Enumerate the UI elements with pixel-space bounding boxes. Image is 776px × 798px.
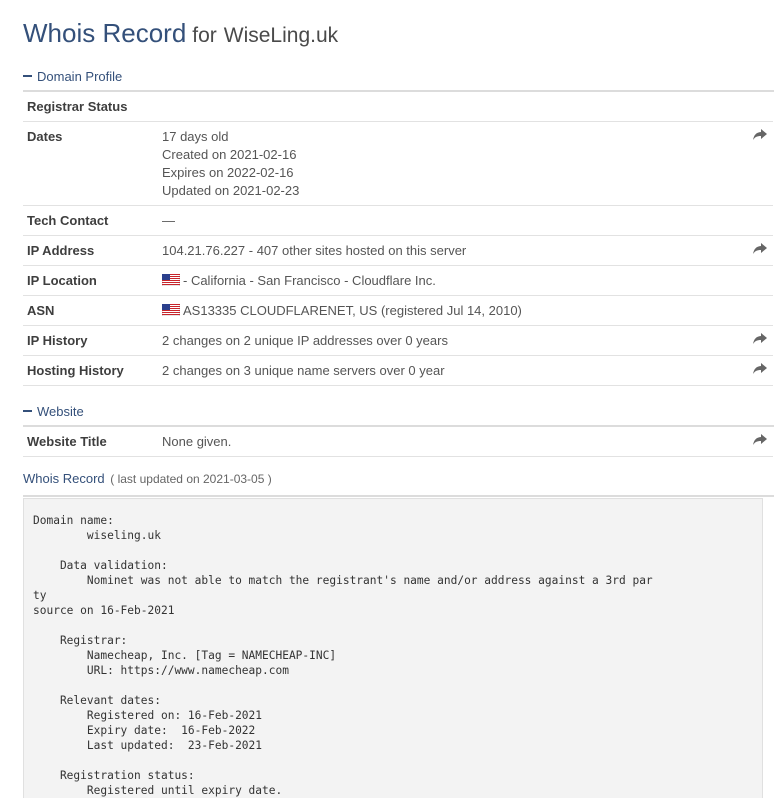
- row-value-line: - California - San Francisco - Cloudflar…: [161, 272, 741, 290]
- row-label: Dates: [23, 121, 158, 206]
- us-flag-icon: [161, 303, 181, 317]
- row-action: [741, 92, 773, 122]
- row-value: [158, 92, 741, 122]
- row-value-text: —: [162, 213, 175, 228]
- row-label: Website Title: [23, 427, 158, 457]
- row-value: 2 changes on 3 unique name servers over …: [158, 355, 741, 386]
- row-label: ASN: [23, 295, 158, 326]
- row-value-text: 2 changes on 2 unique IP addresses over …: [162, 333, 448, 348]
- row-value-line: Expires on 2022-02-16: [162, 164, 741, 182]
- row-value-line: —: [162, 212, 741, 230]
- whois-record-updated: ( last updated on 2021-03-05 ): [110, 472, 272, 486]
- row-value: AS13335 CLOUDFLARENET, US (registered Ju…: [158, 295, 741, 326]
- row-registrar-status: Registrar Status: [23, 92, 773, 122]
- row-tech-contact: Tech Contact —: [23, 205, 773, 236]
- domain-profile-toggle[interactable]: Domain Profile: [23, 66, 774, 92]
- row-label: IP History: [23, 325, 158, 356]
- row-value-line: Created on 2021-02-16: [162, 146, 741, 164]
- row-value-line: [162, 98, 741, 116]
- row-value-line: AS13335 CLOUDFLARENET, US (registered Ju…: [161, 302, 741, 320]
- page-title-domain: WiseLing.uk: [223, 24, 339, 47]
- page-title: Whois Record for WiseLing.uk: [23, 0, 774, 51]
- website-toggle[interactable]: Website: [23, 401, 774, 427]
- row-value-text: None given.: [162, 434, 232, 449]
- share-arrow-icon[interactable]: [753, 128, 767, 140]
- row-value: - California - San Francisco - Cloudflar…: [158, 265, 741, 296]
- us-flag-icon: [161, 273, 181, 287]
- minus-icon: [23, 75, 32, 77]
- row-action: [741, 205, 773, 236]
- row-value-line: 2 changes on 2 unique IP addresses over …: [162, 332, 741, 350]
- share-arrow-icon[interactable]: [753, 362, 767, 374]
- website-heading: Website: [37, 403, 84, 419]
- row-action: [741, 427, 773, 457]
- row-action: [741, 295, 773, 326]
- row-value: 17 days old Created on 2021-02-16 Expires …: [158, 121, 741, 206]
- row-value-line: 104.21.76.227 - 407 other sites hosted o…: [162, 242, 741, 260]
- page-title-main: Whois Record: [23, 18, 187, 48]
- row-value: —: [158, 205, 741, 236]
- row-value: 2 changes on 2 unique IP addresses over …: [158, 325, 741, 356]
- page-title-for: for: [192, 24, 217, 47]
- row-action: [741, 265, 773, 296]
- row-value-text: 104.21.76.227 - 407 other sites hosted o…: [162, 243, 467, 258]
- whois-record-heading: Whois Record: [23, 471, 105, 486]
- row-value-text: 17 days old: [162, 129, 229, 144]
- row-value: None given.: [158, 427, 741, 457]
- row-value-text: - California - San Francisco - Cloudflar…: [183, 273, 436, 288]
- row-action: [741, 355, 773, 386]
- row-value-line: 17 days old: [162, 128, 741, 146]
- row-value-text: Created on 2021-02-16: [162, 147, 297, 162]
- whois-raw-text: Domain name: wiseling.uk Data validation…: [23, 498, 763, 798]
- row-label: IP Address: [23, 235, 158, 266]
- row-value: 104.21.76.227 - 407 other sites hosted o…: [158, 235, 741, 266]
- row-action: [741, 235, 773, 266]
- row-hosting-history: Hosting History 2 changes on 3 unique nam…: [23, 355, 773, 386]
- share-arrow-icon[interactable]: [753, 242, 767, 254]
- minus-icon: [23, 410, 32, 412]
- website-table: Website Title None given.: [23, 427, 773, 457]
- domain-profile-heading: Domain Profile: [37, 68, 123, 84]
- row-value-line: Updated on 2021-02-23: [162, 182, 741, 200]
- share-arrow-icon[interactable]: [753, 433, 767, 445]
- row-label: Registrar Status: [23, 92, 158, 122]
- row-dates: Dates 17 days old Created on 2021-02-16 Exp…: [23, 121, 773, 206]
- domain-profile-table: Registrar Status Dates 17 days old Created …: [23, 92, 773, 386]
- row-value-text: Expires on 2022-02-16: [162, 165, 294, 180]
- whois-record-header: Whois Record ( last updated on 2021-03-0…: [23, 471, 774, 497]
- row-asn: ASN AS13335 CLOUDFLARENET, US (registered…: [23, 295, 773, 326]
- row-value-text: AS13335 CLOUDFLARENET, US (registered Ju…: [183, 303, 522, 318]
- row-action: [741, 121, 773, 206]
- row-ip-location: IP Location - California - San Francisco …: [23, 265, 773, 296]
- row-action: [741, 325, 773, 356]
- row-value-line: None given.: [162, 433, 741, 451]
- row-label: Hosting History: [23, 355, 158, 386]
- row-ip-history: IP History 2 changes on 2 unique IP addre…: [23, 325, 773, 356]
- row-value-text: 2 changes on 3 unique name servers over …: [162, 363, 445, 378]
- row-ip-address: IP Address 104.21.76.227 - 407 other site…: [23, 235, 773, 266]
- row-website-title: Website Title None given.: [23, 427, 773, 457]
- row-value-text: Updated on 2021-02-23: [162, 183, 300, 198]
- page: Whois Record for WiseLing.uk Domain Profi…: [0, 0, 774, 798]
- row-label: IP Location: [23, 265, 158, 296]
- row-value-line: 2 changes on 3 unique name servers over …: [162, 362, 741, 380]
- row-label: Tech Contact: [23, 205, 158, 236]
- share-arrow-icon[interactable]: [753, 332, 767, 344]
